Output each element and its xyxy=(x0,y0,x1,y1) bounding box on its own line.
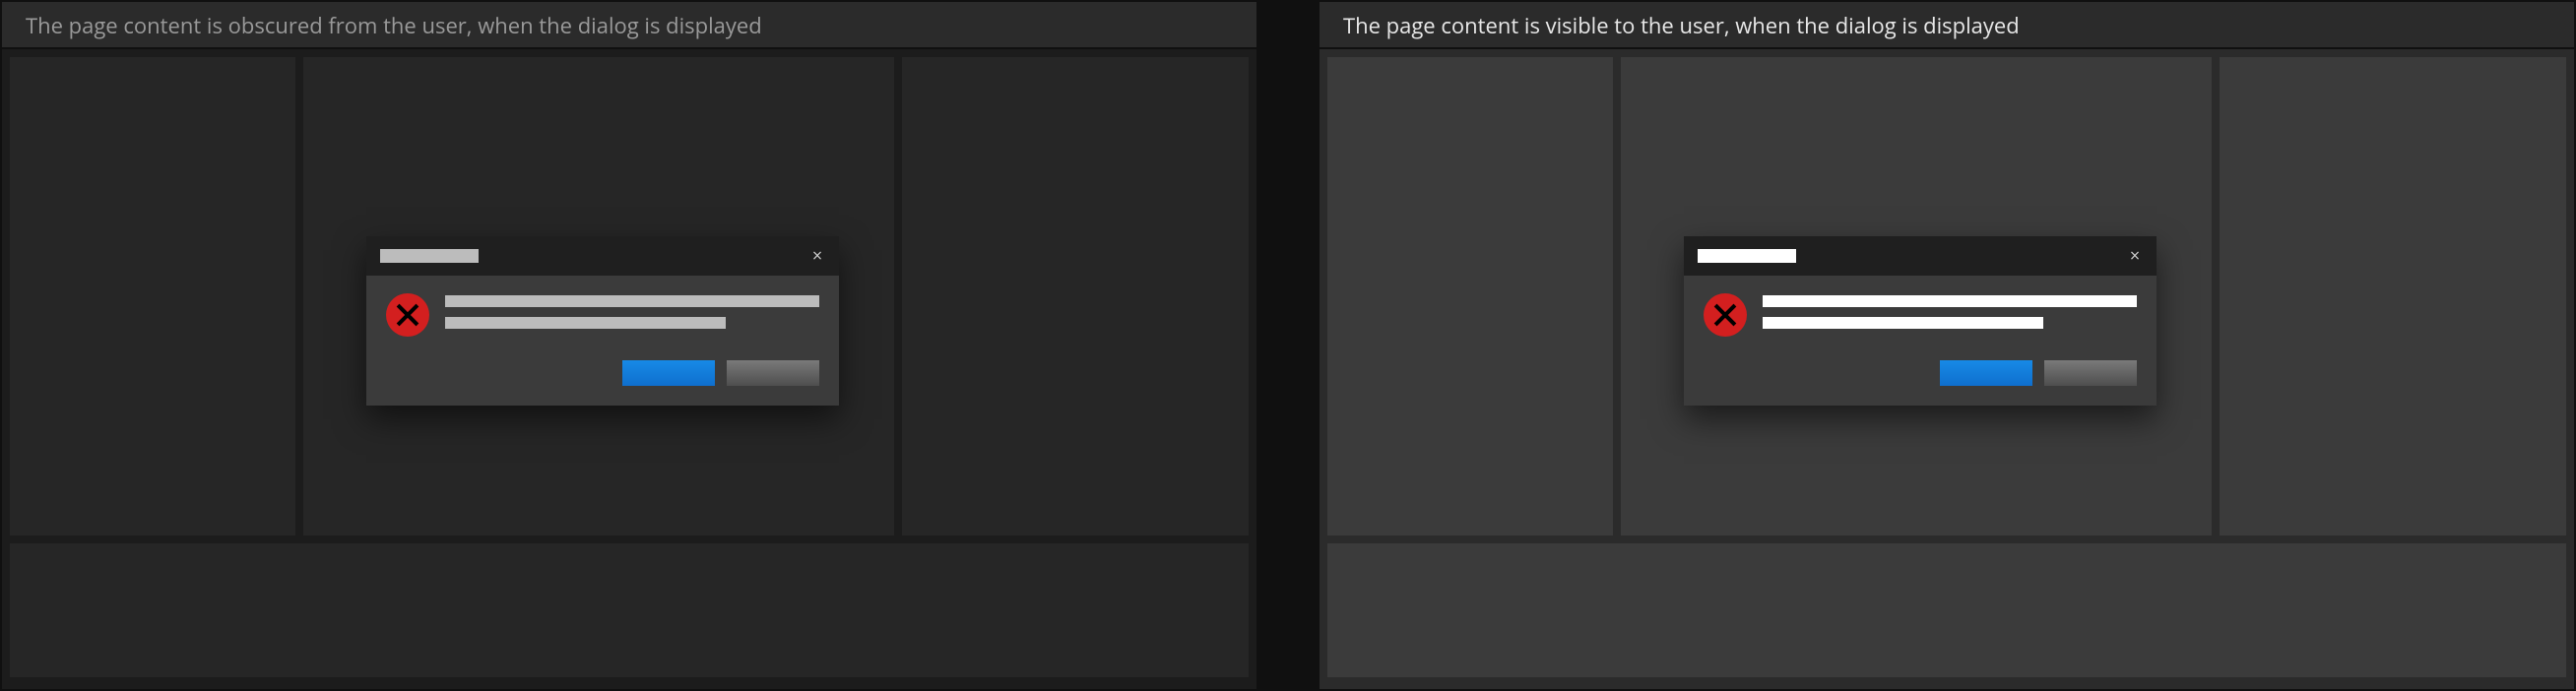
example-gap xyxy=(1258,0,1318,691)
page-panel xyxy=(10,543,1249,677)
dialog-title-placeholder xyxy=(380,249,479,263)
page-panel xyxy=(902,57,1249,535)
dialog-titlebar: × xyxy=(366,236,839,276)
comparison-stage: The page content is obscured from the us… xyxy=(0,0,2576,691)
dialog-primary-button[interactable] xyxy=(622,360,715,386)
page-content: × xyxy=(1320,49,2574,689)
text-placeholder xyxy=(445,295,819,307)
page-panel xyxy=(1327,543,2566,677)
text-placeholder xyxy=(1763,295,2137,307)
error-dialog: × xyxy=(366,236,839,406)
dialog-buttons xyxy=(1684,346,2157,406)
example-obscured: The page content is obscured from the us… xyxy=(0,0,1258,691)
page-panel xyxy=(2220,57,2566,535)
example-caption: The page content is visible to the user,… xyxy=(1320,2,2574,49)
dialog-body xyxy=(1684,276,2157,346)
example-caption: The page content is obscured from the us… xyxy=(2,2,1256,49)
dialog-buttons xyxy=(366,346,839,406)
error-icon xyxy=(386,293,429,337)
dialog-secondary-button[interactable] xyxy=(727,360,819,386)
page-panel xyxy=(10,57,295,535)
dialog-secondary-button[interactable] xyxy=(2044,360,2137,386)
page-panel xyxy=(1327,57,1613,535)
close-icon[interactable]: × xyxy=(2123,244,2147,268)
error-icon xyxy=(1704,293,1747,337)
text-placeholder xyxy=(445,317,726,329)
text-placeholder xyxy=(1763,317,2043,329)
dialog-title-placeholder xyxy=(1698,249,1796,263)
dialog-message xyxy=(445,293,819,339)
dialog-body xyxy=(366,276,839,346)
dialog-titlebar: × xyxy=(1684,236,2157,276)
page-content: × xyxy=(2,49,1256,689)
close-icon[interactable]: × xyxy=(805,244,829,268)
dialog-message xyxy=(1763,293,2137,339)
example-visible: The page content is visible to the user,… xyxy=(1318,0,2576,691)
error-dialog: × xyxy=(1684,236,2157,406)
dialog-primary-button[interactable] xyxy=(1940,360,2032,386)
